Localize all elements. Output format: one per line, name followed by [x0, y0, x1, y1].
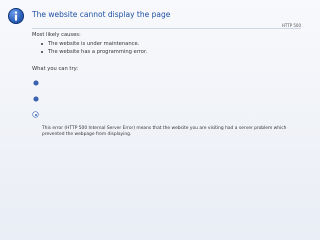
- page-title: The website cannot display the page: [32, 10, 171, 19]
- info-icon: [8, 8, 24, 24]
- error-page: The website cannot display the page HTTP…: [0, 0, 320, 240]
- error-description: This error (HTTP 500 Internal Server Err…: [42, 126, 287, 138]
- divider: [32, 28, 301, 29]
- cause-text: The website has a programming error.: [48, 49, 148, 55]
- cause-text: The website is under maintenance.: [48, 41, 140, 47]
- causes-heading: Most likely causes:: [32, 32, 81, 38]
- bullet-icon[interactable]: [34, 81, 38, 85]
- bullet-icon: [41, 51, 44, 54]
- bullet-icon: [41, 43, 44, 46]
- causes-list: The website is under maintenance. The we…: [41, 40, 147, 56]
- cause-item: The website is under maintenance.: [41, 40, 147, 48]
- bullet-icon[interactable]: [34, 97, 38, 101]
- cause-item: The website has a programming error.: [41, 48, 147, 56]
- actions-heading: What you can try:: [32, 66, 79, 72]
- radio-selected-icon[interactable]: [33, 112, 38, 117]
